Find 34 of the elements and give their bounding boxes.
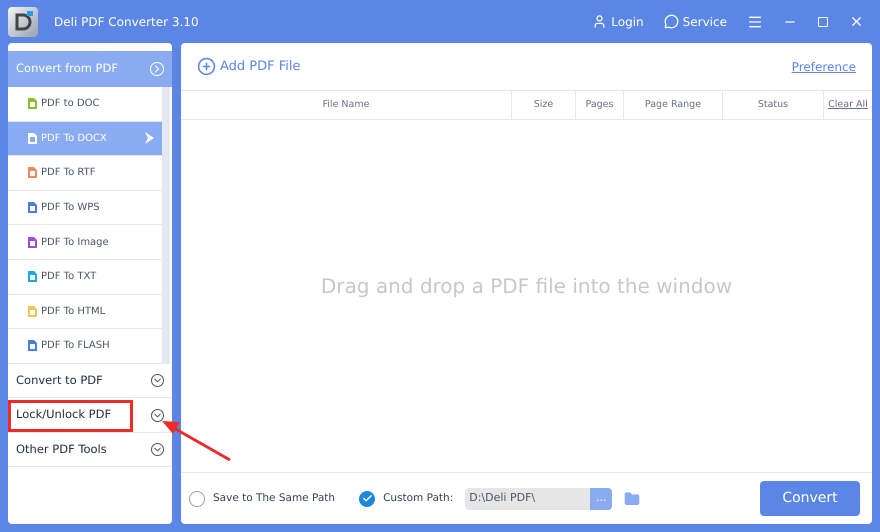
column-header: Size <box>512 91 576 119</box>
chevron-down-icon[interactable] <box>151 443 164 456</box>
plus-circle-icon <box>197 57 216 76</box>
pointer-icon <box>144 132 154 144</box>
column-header: Page Range <box>624 91 723 119</box>
column-header: Pages <box>576 91 624 119</box>
section-header[interactable]: Lock/Unlock PDF <box>16 406 112 424</box>
clear-all-link[interactable]: Clear All <box>824 91 872 119</box>
column-header: File Name <box>181 91 512 119</box>
radio-label: Save to The Same Path <box>213 490 336 506</box>
close-icon[interactable] <box>849 14 864 29</box>
menu-icon[interactable] <box>747 14 763 30</box>
maximize-icon[interactable] <box>817 16 829 28</box>
service-button[interactable]: Service <box>664 12 727 30</box>
chevron-down-icon[interactable] <box>151 374 164 387</box>
preference-link[interactable]: Preference <box>792 58 856 76</box>
user-icon <box>592 14 608 29</box>
section-header[interactable]: Other PDF Tools <box>16 440 107 458</box>
section-header[interactable]: Convert to PDF <box>16 372 103 390</box>
radio-label: Custom Path: <box>383 490 454 506</box>
pointer-arrow <box>160 418 232 462</box>
convert-button[interactable]: Convert <box>760 481 860 516</box>
checked-radio[interactable] <box>359 490 376 506</box>
window-title: Deli PDF Converter 3.10 <box>54 14 199 30</box>
column-header: Status <box>723 91 824 119</box>
chevron-right-icon <box>150 62 164 76</box>
chat-icon <box>664 14 679 29</box>
radio-button[interactable] <box>189 490 205 506</box>
folder-icon[interactable] <box>624 490 640 506</box>
app-logo-icon <box>8 6 38 36</box>
sidebar-item[interactable]: PDF To HTML <box>8 294 162 330</box>
add-file-button[interactable]: Add PDF File <box>197 56 301 76</box>
login-button[interactable]: Login <box>592 12 644 30</box>
path-field[interactable]: D:\Deli PDF\ <box>465 488 590 510</box>
